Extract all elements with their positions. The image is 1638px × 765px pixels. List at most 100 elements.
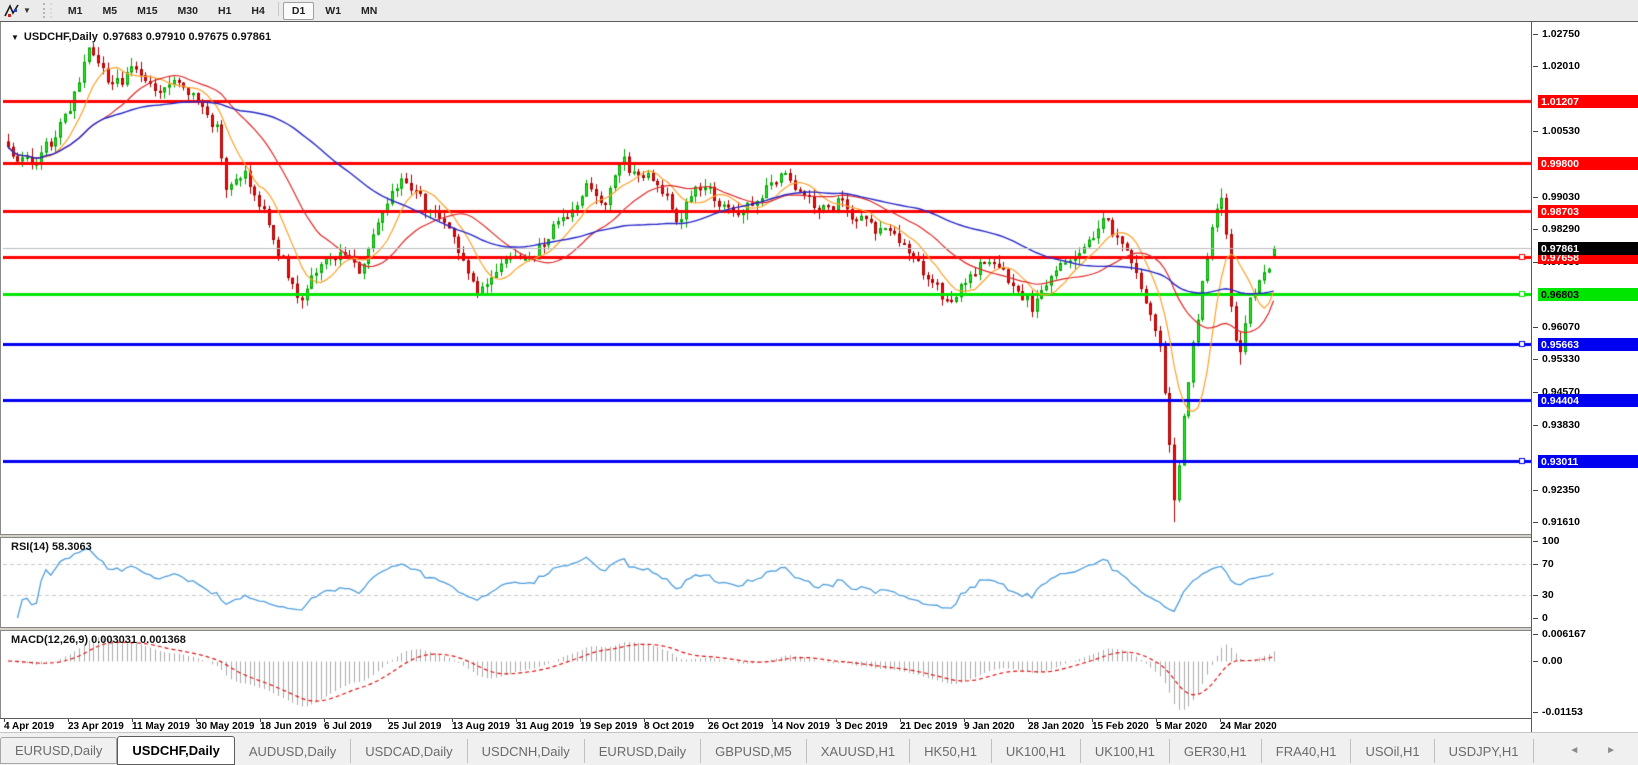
date-label: 18 Jun 2019 [260,721,317,732]
price-tick [1533,490,1538,491]
timeframe-button-m30[interactable]: M30 [169,2,207,20]
price-tick [1533,197,1538,198]
chart-tab-fra40-h1[interactable]: FRA40,H1 [1262,739,1352,763]
chart-tab-usdchf-daily[interactable]: USDCHF,Daily [117,736,234,765]
toolbar-grip[interactable] [43,3,52,18]
rsi-tick [1533,618,1538,619]
chart-tab-usdcnh-daily[interactable]: USDCNH,Daily [468,739,585,763]
rsi-tick [1533,541,1538,542]
price-tick-label: 0.98290 [1542,223,1580,235]
rsi-pane[interactable]: RSI(14) 58.3063 [3,538,1531,627]
time-scale[interactable]: 4 Apr 201923 Apr 201911 May 201930 May 2… [0,718,1531,733]
chart-tab-uk100-h1[interactable]: UK100,H1 [992,739,1081,763]
toolbar-separator [278,2,279,16]
price-tick-label: 0.91610 [1542,516,1580,528]
macd-tick [1533,661,1538,662]
price-tick-label: 0.93830 [1542,419,1580,431]
rsi-tick-label: 70 [1542,558,1554,570]
macd-pane[interactable]: MACD(12,26,9) 0.003031 0.001368 [3,631,1531,718]
top-toolbar: ▼ M1M5M15M30H1H4 D1W1MN [0,0,1638,22]
price-tick [1533,131,1538,132]
timeframe-button-h1[interactable]: H1 [209,2,240,20]
timeframe-button-group: M1M5M15M30H1H4 D1W1MN [58,2,387,20]
hline-price-badge: 0.93011 [1538,455,1638,468]
price-tick-label: 1.02750 [1542,28,1580,40]
chart-title: ▼ USDCHF,Daily 0.97683 0.97910 0.97675 0… [11,31,271,43]
date-label: 14 Nov 2019 [772,721,830,732]
date-label: 19 Sep 2019 [580,721,637,732]
price-tick-label: 1.00530 [1542,125,1580,137]
rsi-tick-label: 30 [1542,589,1554,601]
chart-tab-uk100-h1[interactable]: UK100,H1 [1081,739,1170,763]
date-label: 28 Jan 2020 [1028,721,1084,732]
date-label: 26 Oct 2019 [708,721,764,732]
macd-tick [1533,712,1538,713]
current-price-badge: 0.97861 [1538,242,1638,255]
price-tick-label: 1.02010 [1542,60,1580,72]
main-chart-canvas[interactable] [3,27,1531,534]
timeframe-button-w1[interactable]: W1 [316,2,350,20]
macd-tick-label: 0.00 [1542,655,1562,667]
chart-window: ▼ USDCHF,Daily 0.97683 0.97910 0.97675 0… [0,21,1638,732]
price-tick [1533,392,1538,393]
drawing-tool-button[interactable]: ▼ [0,3,35,19]
rsi-tick [1533,564,1538,565]
hline-price-badge: 0.94404 [1538,394,1638,407]
chevron-down-icon: ▼ [23,6,31,15]
price-tick [1533,66,1538,67]
chart-tab-usdjpy-h1[interactable]: USDJPY,H1 [1435,739,1534,763]
macd-canvas[interactable] [3,631,1531,718]
chart-tab-usoil-h1[interactable]: USOil,H1 [1351,739,1434,763]
date-label: 31 Aug 2019 [516,721,574,732]
ohlc-values: 0.97683 0.97910 0.97675 0.97861 [103,31,271,43]
rsi-tick [1533,595,1538,596]
collapse-triangle-icon: ▼ [11,33,19,42]
price-scale[interactable]: 1.027501.020101.005300.990300.982900.975… [1531,22,1638,733]
date-label: 4 Apr 2019 [4,721,54,732]
chart-tab-eurusd-daily[interactable]: EURUSD,Daily [0,737,117,764]
chart-tab-gbpusd-m5[interactable]: GBPUSD,M5 [701,739,807,763]
date-label: 24 Mar 2020 [1220,721,1277,732]
price-tick-label: 0.99030 [1542,191,1580,203]
chart-tab-hk50-h1[interactable]: HK50,H1 [910,739,992,763]
timeframe-button-m5[interactable]: M5 [94,2,127,20]
chart-tab-usdcad-daily[interactable]: USDCAD,Daily [351,739,467,763]
price-tick [1533,34,1538,35]
price-tick [1533,425,1538,426]
price-tick [1533,522,1538,523]
rsi-canvas[interactable] [3,538,1531,627]
date-label: 30 May 2019 [196,721,254,732]
macd-tick [1533,634,1538,635]
chart-tab-ger30-h1[interactable]: GER30,H1 [1170,739,1262,763]
hline-price-badge: 0.96803 [1538,288,1638,301]
date-label: 3 Dec 2019 [836,721,888,732]
price-pane[interactable]: ▼ USDCHF,Daily 0.97683 0.97910 0.97675 0… [3,27,1531,534]
timeframe-button-h4[interactable]: H4 [242,2,273,20]
hline-price-badge: 0.98703 [1538,205,1638,218]
timeframe-button-d1[interactable]: D1 [283,2,314,20]
timeframe-button-m1[interactable]: M1 [59,2,92,20]
date-label: 8 Oct 2019 [644,721,694,732]
crosshair-tool-icon [4,3,20,19]
symbol-period-label: USDCHF,Daily [24,31,98,43]
timeframe-button-m15[interactable]: M15 [128,2,166,20]
date-label: 13 Aug 2019 [452,721,510,732]
chart-tab-audusd-daily[interactable]: AUDUSD,Daily [235,739,351,763]
macd-tick-label: 0.006167 [1542,628,1586,640]
date-label: 6 Jul 2019 [324,721,372,732]
timeframe-button-mn[interactable]: MN [352,2,386,20]
price-tick [1533,229,1538,230]
date-label: 15 Feb 2020 [1092,721,1149,732]
chart-tab-xauusd-h1[interactable]: XAUUSD,H1 [807,739,910,763]
price-tick-label: 0.92350 [1542,484,1580,496]
rsi-label: RSI(14) 58.3063 [11,541,92,553]
rsi-tick-label: 100 [1542,535,1560,547]
macd-label: MACD(12,26,9) 0.003031 0.001368 [11,634,186,646]
price-tick [1533,327,1538,328]
chart-tab-eurusd-daily[interactable]: EURUSD,Daily [585,739,701,763]
tab-scroll-arrows[interactable]: ◄ ► [1569,745,1628,756]
date-label: 5 Mar 2020 [1156,721,1207,732]
date-label: 11 May 2019 [132,721,190,732]
hline-price-badge: 0.95663 [1538,338,1638,351]
hline-price-badge: 1.01207 [1538,95,1638,108]
